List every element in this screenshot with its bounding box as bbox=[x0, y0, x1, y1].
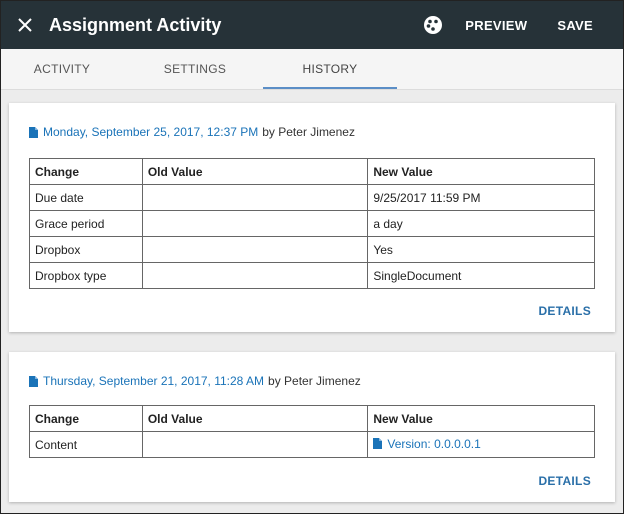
history-entry-card: Thursday, September 21, 2017, 11:28 AM b… bbox=[9, 352, 615, 502]
close-icon[interactable] bbox=[1, 1, 49, 49]
tab-bar: ACTIVITY SETTINGS HISTORY bbox=[1, 49, 623, 90]
column-header-new-value: New Value bbox=[367, 158, 595, 185]
new-value-cell: Yes bbox=[367, 236, 595, 263]
details-button[interactable]: DETAILS bbox=[538, 474, 591, 488]
old-value-cell bbox=[141, 236, 369, 263]
column-header-change: Change bbox=[29, 405, 143, 432]
change-cell: Due date bbox=[29, 184, 143, 211]
tab-activity[interactable]: ACTIVITY bbox=[1, 49, 123, 90]
column-header-old-value: Old Value bbox=[141, 405, 369, 432]
table-header-row: Change Old Value New Value bbox=[29, 405, 595, 432]
version-link[interactable]: Version: 0.0.0.0.1 bbox=[373, 436, 481, 451]
changes-table: Change Old Value New Value Content Versi… bbox=[29, 405, 595, 458]
history-entry-author: by Peter Jimenez bbox=[268, 374, 361, 388]
old-value-cell bbox=[141, 431, 369, 458]
history-entry-author: by Peter Jimenez bbox=[262, 125, 355, 139]
active-tab-indicator bbox=[263, 87, 397, 89]
document-icon bbox=[29, 375, 38, 387]
version-link-label: Version: 0.0.0.0.1 bbox=[387, 436, 481, 451]
tab-history[interactable]: HISTORY bbox=[263, 49, 397, 90]
old-value-cell bbox=[141, 262, 369, 289]
page-title: Assignment Activity bbox=[49, 14, 222, 35]
app-header: Assignment Activity PREVIEW SAVE bbox=[1, 1, 623, 49]
column-header-old-value: Old Value bbox=[141, 158, 369, 185]
table-header-row: Change Old Value New Value bbox=[29, 158, 595, 185]
column-header-new-value: New Value bbox=[367, 405, 595, 432]
changes-table: Change Old Value New Value Due date 9/25… bbox=[29, 158, 595, 289]
document-icon bbox=[29, 126, 38, 138]
document-icon bbox=[373, 438, 383, 450]
history-entry-header: Monday, September 25, 2017, 12:37 PM by … bbox=[29, 125, 355, 139]
new-value-cell: 9/25/2017 11:59 PM bbox=[367, 184, 595, 211]
change-cell: Content bbox=[29, 431, 143, 458]
old-value-cell bbox=[141, 184, 369, 211]
history-entry-card: Monday, September 25, 2017, 12:37 PM by … bbox=[9, 103, 615, 332]
palette-icon[interactable] bbox=[423, 15, 443, 35]
history-entry-date-link[interactable]: Monday, September 25, 2017, 12:37 PM bbox=[43, 125, 258, 139]
change-cell: Dropbox type bbox=[29, 262, 143, 289]
new-value-cell: a day bbox=[367, 210, 595, 237]
history-entry-date-link[interactable]: Thursday, September 21, 2017, 11:28 AM bbox=[43, 374, 264, 388]
tab-settings[interactable]: SETTINGS bbox=[131, 49, 259, 90]
new-value-cell: SingleDocument bbox=[367, 262, 595, 289]
table-row: Dropbox type SingleDocument bbox=[29, 262, 595, 289]
change-cell: Dropbox bbox=[29, 236, 143, 263]
column-header-change: Change bbox=[29, 158, 143, 185]
old-value-cell bbox=[141, 210, 369, 237]
table-row: Content Version: 0.0.0.0.1 bbox=[29, 431, 595, 458]
save-button[interactable]: SAVE bbox=[557, 18, 593, 33]
history-entry-header: Thursday, September 21, 2017, 11:28 AM b… bbox=[29, 374, 361, 388]
preview-button[interactable]: PREVIEW bbox=[465, 18, 527, 33]
table-row: Grace period a day bbox=[29, 210, 595, 237]
table-row: Due date 9/25/2017 11:59 PM bbox=[29, 184, 595, 211]
table-row: Dropbox Yes bbox=[29, 236, 595, 263]
details-button[interactable]: DETAILS bbox=[538, 304, 591, 318]
new-value-cell: Version: 0.0.0.0.1 bbox=[367, 431, 595, 458]
change-cell: Grace period bbox=[29, 210, 143, 237]
